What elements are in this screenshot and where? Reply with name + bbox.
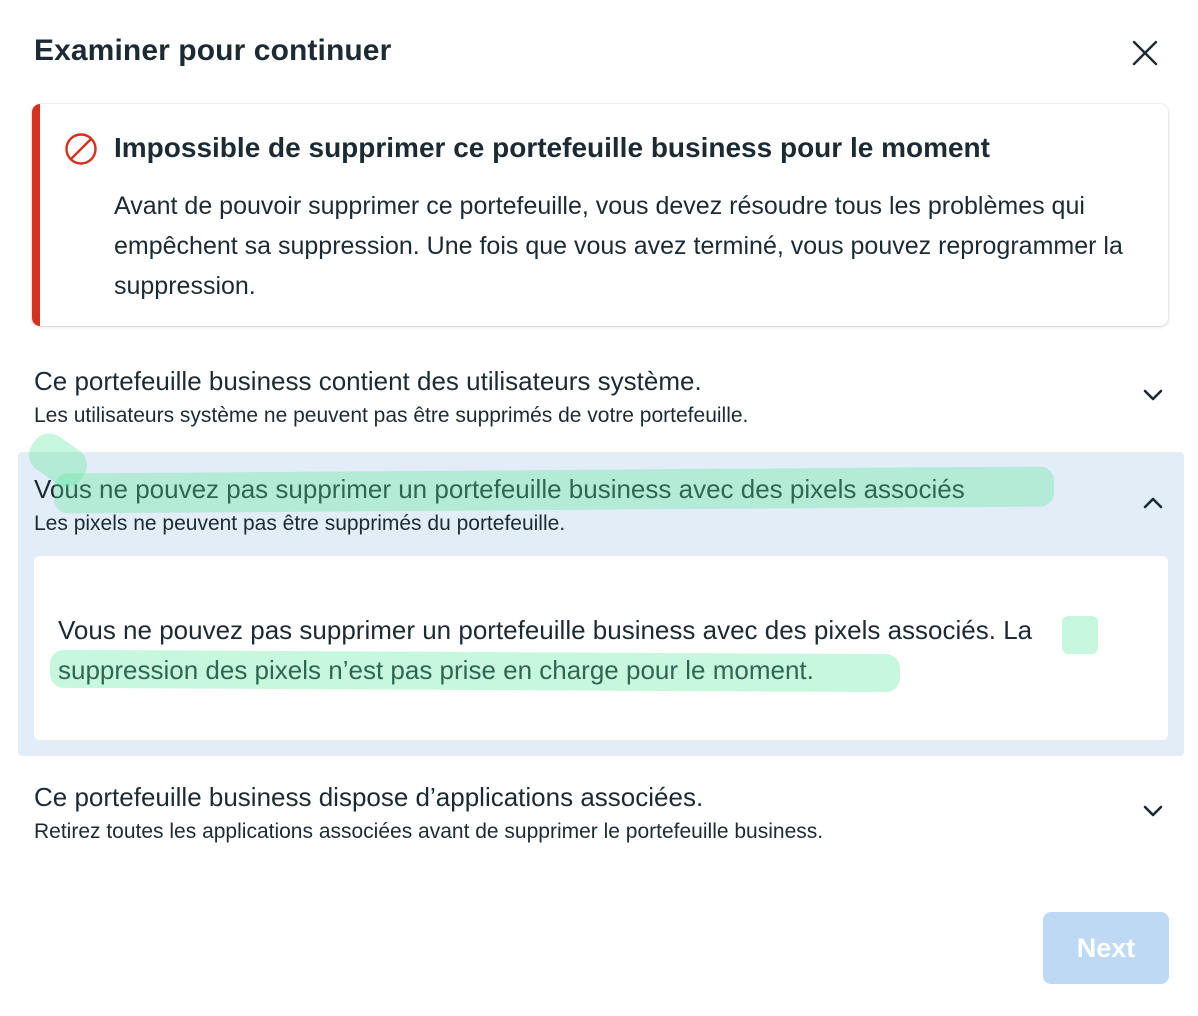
next-button[interactable]: Next — [1043, 912, 1169, 984]
prohibited-icon — [65, 133, 97, 165]
issue-detail-panel: Vous ne pouvez pas supprimer un portefeu… — [34, 556, 1168, 740]
issue-system-users[interactable]: Ce portefeuille business contient des ut… — [0, 364, 1198, 440]
alert-body: Avant de pouvoir supprimer ce portefeuil… — [114, 192, 1123, 300]
chevron-up-icon[interactable] — [1140, 490, 1166, 516]
issue-subtitle: Les utilisateurs système ne peuvent pas … — [34, 404, 749, 427]
chevron-down-icon[interactable] — [1140, 382, 1166, 408]
issue-apps[interactable]: Ce portefeuille business dispose d’appli… — [0, 780, 1198, 856]
chevron-down-icon[interactable] — [1140, 798, 1166, 824]
issue-title: Vous ne pouvez pas supprimer un portefeu… — [34, 474, 965, 504]
issue-pixels[interactable]: Vous ne pouvez pas supprimer un portefeu… — [18, 452, 1184, 756]
review-dialog: Examiner pour continuer Impossible de su… — [0, 0, 1198, 1016]
issue-title: Ce portefeuille business dispose d’appli… — [34, 782, 704, 812]
issue-subtitle: Les pixels ne peuvent pas être supprimés… — [34, 512, 566, 535]
close-icon — [1132, 40, 1158, 66]
close-button[interactable] — [1124, 32, 1166, 74]
issue-title: Ce portefeuille business contient des ut… — [34, 366, 702, 396]
issue-subtitle: Retirez toutes les applications associée… — [34, 820, 824, 843]
error-alert: Impossible de supprimer ce portefeuille … — [32, 104, 1168, 326]
alert-accent-bar — [32, 104, 40, 326]
alert-title: Impossible de supprimer ce portefeuille … — [114, 132, 990, 163]
dialog-title: Examiner pour continuer — [34, 34, 392, 67]
issue-detail-text: Vous ne pouvez pas supprimer un portefeu… — [58, 615, 1033, 685]
